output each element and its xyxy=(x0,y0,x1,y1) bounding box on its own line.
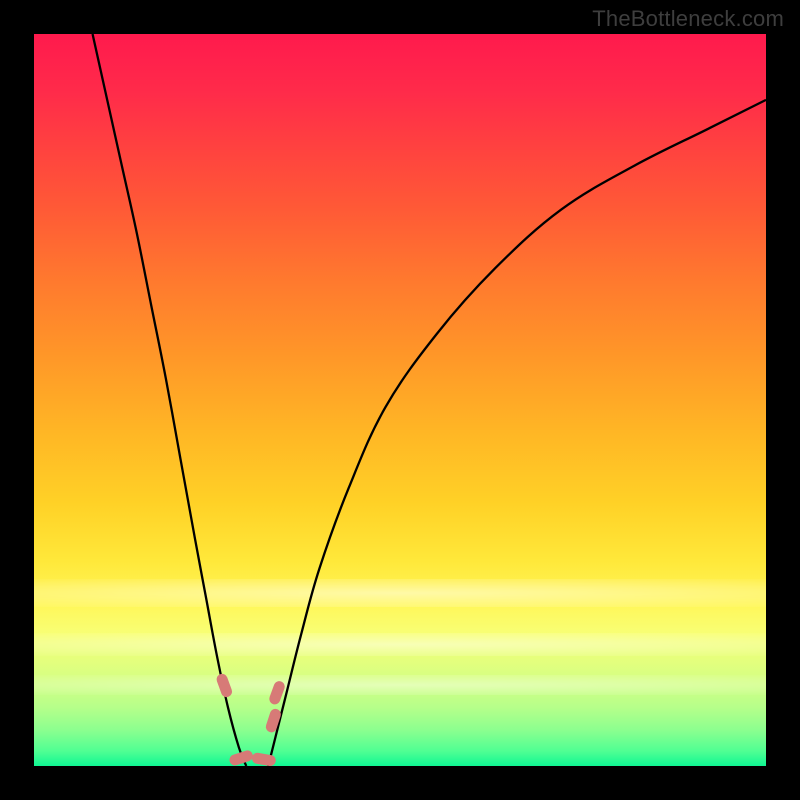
curve-left-branch xyxy=(93,34,247,766)
pill-left-upper xyxy=(215,672,234,698)
curve-overlay xyxy=(34,34,766,766)
pill-bottom-right xyxy=(251,752,277,767)
curve-right-branch xyxy=(268,100,766,766)
watermark-text: TheBottleneck.com xyxy=(592,6,784,32)
marker-group xyxy=(215,672,286,767)
